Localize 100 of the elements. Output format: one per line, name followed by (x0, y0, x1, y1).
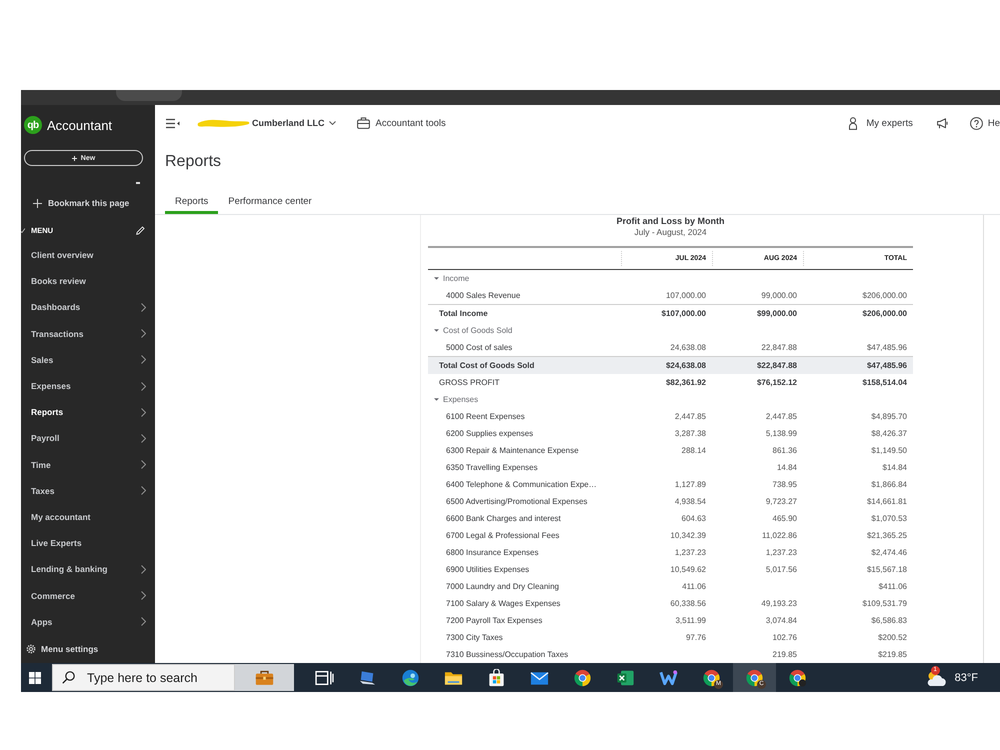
account-label: 7100 Salary & Wages Expenses (446, 599, 560, 608)
amount: 3,287.38 (674, 429, 706, 438)
menu-item[interactable]: Dashboards (21, 294, 155, 321)
amount: $411.06 (878, 582, 907, 591)
menu-item[interactable]: Transactions (21, 320, 155, 347)
account-label: 6700 Legal & Professional Fees (446, 531, 560, 540)
menu-item[interactable]: Books review (21, 268, 155, 294)
caret-icon[interactable] (434, 397, 439, 402)
amount: $22,847.88 (756, 361, 797, 370)
amount: 219.85 (772, 650, 797, 659)
zigzag-app-icon[interactable] (659, 668, 678, 686)
amount: 60,338.56 (670, 599, 706, 608)
chrome-icon[interactable] (745, 668, 764, 686)
menu-item[interactable]: Payroll (21, 425, 155, 452)
laptop-icon[interactable] (358, 668, 377, 686)
pencil-icon[interactable] (136, 226, 145, 234)
menu-item[interactable]: Reports (21, 399, 155, 426)
company-switcher[interactable]: Cumberland LLC (252, 118, 336, 128)
amount: $4,895.70 (871, 412, 907, 421)
amount: 604.63 (682, 514, 706, 523)
amount: $2,474.46 (871, 548, 907, 557)
menu-item[interactable]: Sales (21, 346, 155, 373)
shopping-bag-icon[interactable] (487, 668, 506, 686)
amount: $219.85 (878, 650, 907, 659)
amount: $47,485.96 (866, 343, 907, 352)
caret-icon[interactable] (434, 276, 439, 281)
help-icon (970, 116, 983, 130)
task-view-icon[interactable] (315, 668, 334, 686)
chrome-icon[interactable] (788, 668, 807, 686)
briefcase-icon[interactable] (255, 668, 274, 686)
amount: 5,138.99 (766, 429, 797, 438)
my-experts-button[interactable]: My experts (848, 116, 913, 130)
account-label: 6400 Telephone & Communication Expe… (446, 480, 597, 489)
menu-item[interactable]: Lending & banking (21, 556, 155, 582)
tab[interactable]: Reports (165, 191, 218, 214)
amount: 411.06 (682, 582, 706, 591)
amount: 107,000.00 (666, 291, 706, 300)
amount: 465.90 (772, 514, 797, 523)
menu-item[interactable]: Apps (21, 608, 155, 635)
amount: 738.95 (772, 480, 797, 489)
chrome-icon[interactable] (702, 668, 721, 686)
menu-settings-button[interactable]: Menu settings (21, 638, 98, 659)
account-label: 7000 Laundry and Dry Cleaning (446, 582, 559, 591)
megaphone-icon[interactable] (936, 118, 948, 128)
amount: $206,000.00 (862, 291, 907, 300)
menu-item[interactable]: My accountant (21, 504, 155, 530)
menu-item[interactable]: Taxes (21, 478, 155, 504)
edge-icon[interactable] (401, 668, 420, 686)
account-label: 7200 Payroll Tax Expenses (446, 616, 542, 625)
total-label: Total Income (439, 309, 488, 318)
amount: 5,017.56 (766, 565, 797, 574)
amount: $1,866.84 (871, 480, 907, 489)
report-date-range: July - August, 2024 (634, 227, 707, 237)
menu-item[interactable]: Live Experts (21, 530, 155, 556)
account-label: 7310 Bussiness/Occupation Taxes (446, 650, 568, 659)
amount: 49,193.23 (761, 599, 797, 608)
accountant-tools-button[interactable]: Accountant tools (356, 117, 446, 129)
amount: 102.76 (772, 633, 797, 642)
tick-icon (21, 228, 25, 232)
amount: $206,000.00 (862, 309, 907, 318)
menu-icon[interactable] (166, 118, 180, 128)
amount: 3,074.84 (766, 616, 797, 625)
report-title: Profit and Loss by Month (616, 216, 724, 226)
amount: $76,152.12 (756, 378, 797, 387)
amount: 1,127.89 (674, 480, 706, 489)
briefcase-icon (356, 117, 370, 129)
account-label: 6600 Bank Charges and interest (446, 514, 561, 523)
help-button[interactable]: He (970, 116, 1000, 130)
account-label: 4000 Sales Revenue (446, 291, 520, 300)
search-icon (62, 671, 75, 684)
amount: 10,549.62 (670, 565, 706, 574)
menu-item[interactable]: Time (21, 452, 155, 478)
bookmark-button[interactable]: Bookmark this page (21, 193, 130, 213)
taskbar-button[interactable] (235, 664, 294, 691)
logo: qb (24, 116, 42, 134)
plus-icon (33, 198, 42, 208)
account-label: 6350 Travelling Expenses (446, 463, 538, 472)
amount: $200.52 (878, 633, 907, 642)
menu-item[interactable]: Expenses (21, 372, 155, 400)
menu-item[interactable]: Client overview (21, 242, 155, 268)
total-label: Total Cost of Goods Sold (439, 361, 534, 370)
windows-icon[interactable] (29, 672, 41, 684)
amount: $21,365.25 (866, 531, 907, 540)
chrome-icon[interactable] (573, 668, 592, 686)
caret-icon[interactable] (434, 328, 439, 333)
search-field[interactable]: Type here to search (52, 664, 235, 691)
amount: $6,586.83 (871, 616, 907, 625)
redaction-scribble (197, 118, 250, 128)
amount: $24,638.08 (666, 361, 706, 370)
excel-icon[interactable] (616, 668, 635, 686)
amount: $1,070.53 (871, 514, 907, 523)
amount: 22,847.88 (761, 343, 797, 352)
account-label: 6500 Advertising/Promotional Expenses (446, 497, 588, 506)
account-label: 6800 Insurance Expenses (446, 548, 539, 557)
amount: $109,531.79 (862, 599, 907, 608)
account-label: 6300 Repair & Maintenance Expense (446, 446, 579, 455)
account-label: 7300 City Taxes (446, 633, 503, 642)
tab[interactable]: Performance center (218, 191, 322, 214)
menu-item[interactable]: Commerce (21, 582, 155, 609)
amount: $14.84 (882, 463, 907, 472)
